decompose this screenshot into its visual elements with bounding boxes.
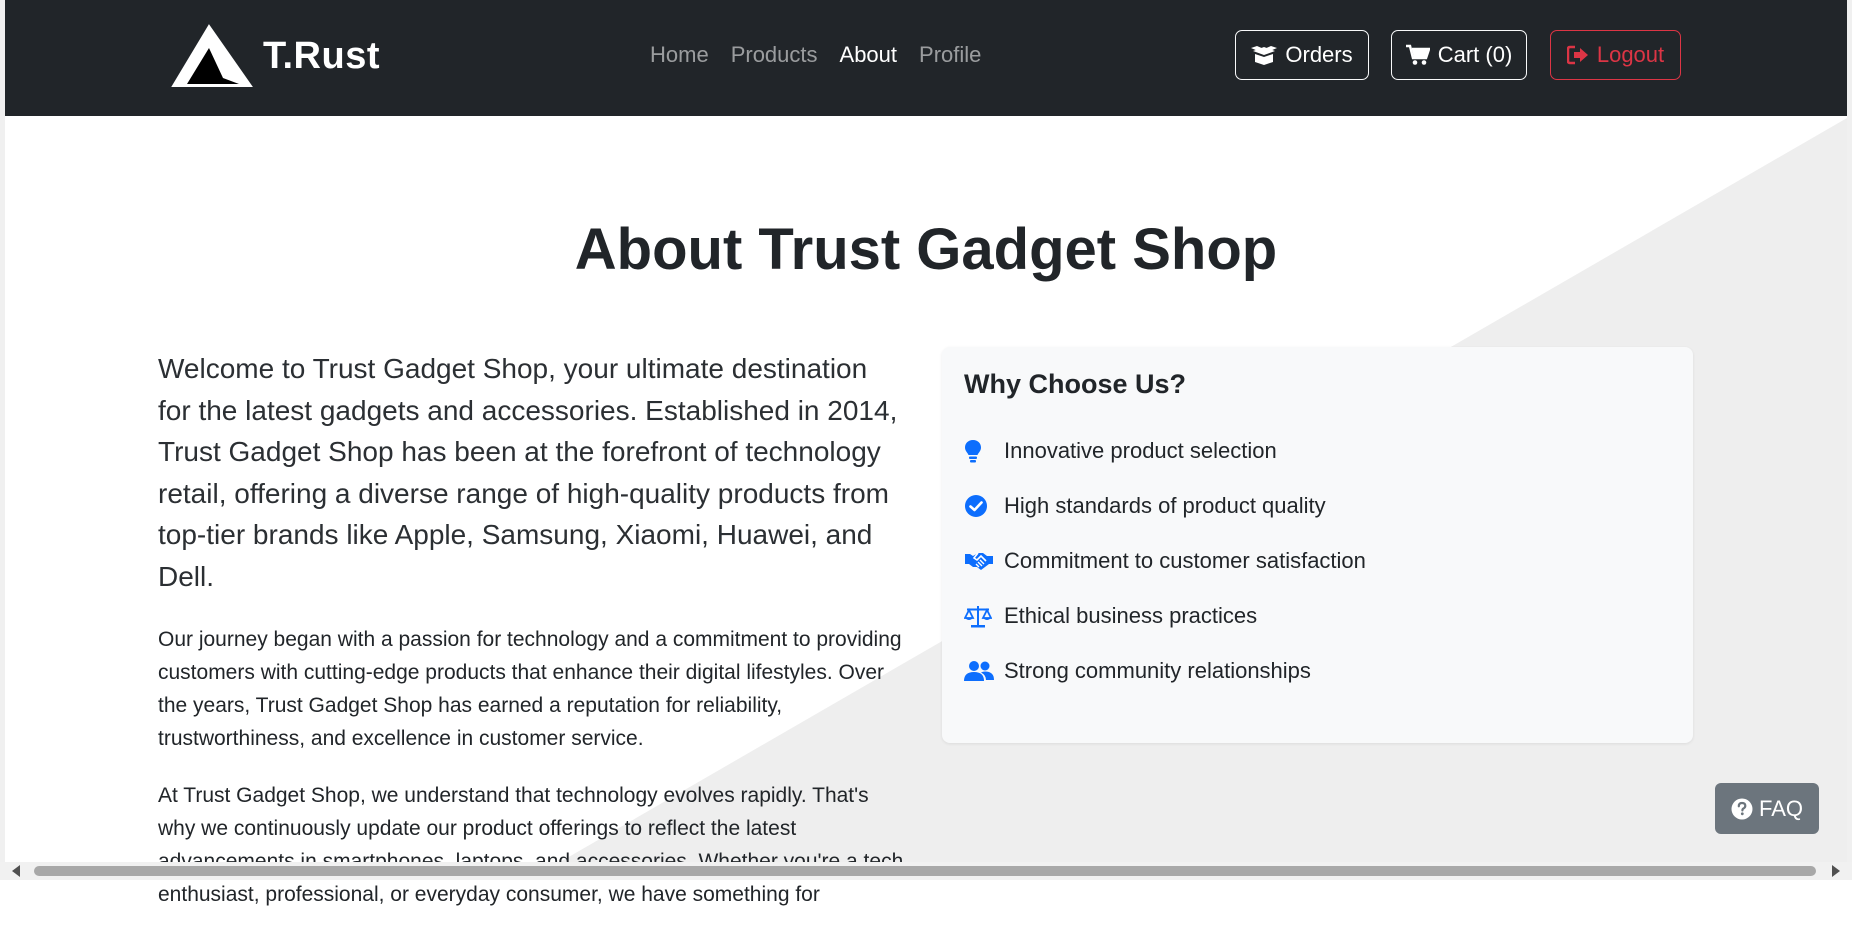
list-item: Innovative product selection xyxy=(964,423,1366,478)
nav-about[interactable]: About xyxy=(840,42,898,68)
orders-button[interactable]: Orders xyxy=(1235,30,1369,80)
orders-label: Orders xyxy=(1285,42,1353,67)
evolution-paragraph: At Trust Gadget Shop, we understand that… xyxy=(158,784,903,906)
scroll-right-arrow-icon[interactable] xyxy=(1832,865,1840,877)
brand[interactable]: T.Rust xyxy=(169,24,380,88)
top-navbar: T.Rust Home Products About Profile Order… xyxy=(5,0,1847,116)
why-list: Innovative product selection High standa… xyxy=(964,423,1366,698)
check-circle-icon xyxy=(964,494,998,518)
why-choose-us-card: Why Choose Us? Innovative product select… xyxy=(942,347,1693,743)
list-item: High standards of product quality xyxy=(964,478,1366,533)
handshake-icon xyxy=(964,550,998,572)
why-item-label: Commitment to customer satisfaction xyxy=(1004,547,1366,573)
list-item: Strong community relationships xyxy=(964,643,1366,698)
cart-button[interactable]: Cart (0) xyxy=(1391,30,1527,80)
balance-scale-icon xyxy=(964,604,998,628)
brand-name: T.Rust xyxy=(263,34,380,77)
list-item: Commitment to customer satisfaction xyxy=(964,533,1366,588)
why-item-label: Ethical business practices xyxy=(1004,602,1258,628)
lightbulb-icon xyxy=(964,439,998,463)
list-item: Ethical business practices xyxy=(964,588,1366,643)
nav-profile[interactable]: Profile xyxy=(919,42,981,68)
triangle-logo-icon xyxy=(171,24,253,87)
faq-button[interactable]: FAQ xyxy=(1715,783,1819,834)
nav-products[interactable]: Products xyxy=(731,42,818,68)
scroll-left-arrow-icon[interactable] xyxy=(12,865,20,877)
logout-button[interactable]: Logout xyxy=(1550,30,1681,80)
nav-home[interactable]: Home xyxy=(650,42,709,68)
sign-out-icon xyxy=(1566,45,1588,65)
why-item-label: High standards of product quality xyxy=(1004,492,1326,518)
page-title: About Trust Gadget Shop xyxy=(574,217,1278,282)
why-item-label: Innovative product selection xyxy=(1004,437,1277,463)
horizontal-scrollbar[interactable] xyxy=(0,862,1852,880)
faq-label: FAQ xyxy=(1758,795,1803,821)
journey-paragraph: Our journey began with a passion for tec… xyxy=(158,628,902,750)
box-open-icon xyxy=(1251,46,1278,65)
cart-label: Cart (0) xyxy=(1437,42,1513,67)
scrollbar-thumb[interactable] xyxy=(34,866,1816,876)
question-circle-icon xyxy=(1731,798,1753,819)
about-text-column: Welcome to Trust Gadget Shop, your ultim… xyxy=(158,348,904,935)
why-title: Why Choose Us? xyxy=(964,369,1187,399)
cart-icon xyxy=(1405,44,1430,65)
users-icon xyxy=(964,660,998,682)
logout-label: Logout xyxy=(1596,42,1665,67)
why-item-label: Strong community relationships xyxy=(1004,657,1311,683)
main-nav: Home Products About Profile xyxy=(650,42,981,68)
lead-paragraph: Welcome to Trust Gadget Shop, your ultim… xyxy=(158,353,898,592)
